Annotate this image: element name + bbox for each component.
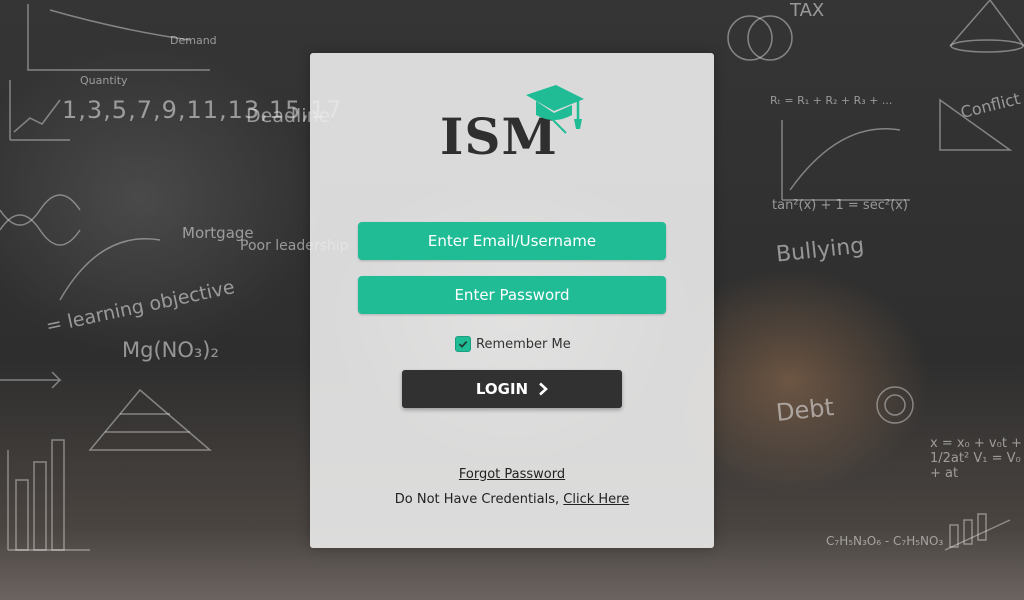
remember-me[interactable]: Remember Me xyxy=(456,334,571,354)
bg-tax-text: TAX xyxy=(790,0,825,21)
forgot-password-row: Forgot Password xyxy=(310,467,714,482)
credentials-text: Do Not Have Credentials, xyxy=(394,492,560,507)
remember-me-label: Remember Me xyxy=(476,336,571,352)
password-input[interactable] xyxy=(358,276,666,314)
login-button-label: LOGIN xyxy=(475,380,529,398)
bg-formula-text: Mg(NO₃)₂ xyxy=(122,338,219,362)
checkmark-icon xyxy=(458,340,468,348)
login-button[interactable]: LOGIN xyxy=(402,370,622,408)
remember-me-checkbox[interactable] xyxy=(456,337,470,351)
bg-chemistry-text: C₇H₅N₃O₆ - C₇H₅NO₃ xyxy=(826,534,944,548)
bg-kinematics-text: x = x₀ + v₀t + 1/2at² V₁ = V₀ + at xyxy=(930,436,1022,481)
credentials-row: Do Not Have Credentials, Click Here xyxy=(310,492,714,507)
bg-resistor-text: Rₜ = R₁ + R₂ + R₃ + ... xyxy=(770,94,893,107)
bg-tan-text: tan²(x) + 1 = sec²(x) xyxy=(772,198,908,213)
bg-demand-text: Demand xyxy=(170,34,217,47)
bg-quantity-text: Quantity xyxy=(80,74,128,87)
forgot-password-link[interactable]: Forgot Password xyxy=(459,467,565,482)
login-card: ISM Remember Me LOGIN Forgot Password Do… xyxy=(310,53,714,548)
click-here-link[interactable]: Click Here xyxy=(563,492,629,507)
graduation-cap-icon xyxy=(526,85,584,134)
chevron-right-icon xyxy=(539,382,549,396)
ism-logo: ISM xyxy=(440,85,590,166)
email-username-input[interactable] xyxy=(358,222,666,260)
